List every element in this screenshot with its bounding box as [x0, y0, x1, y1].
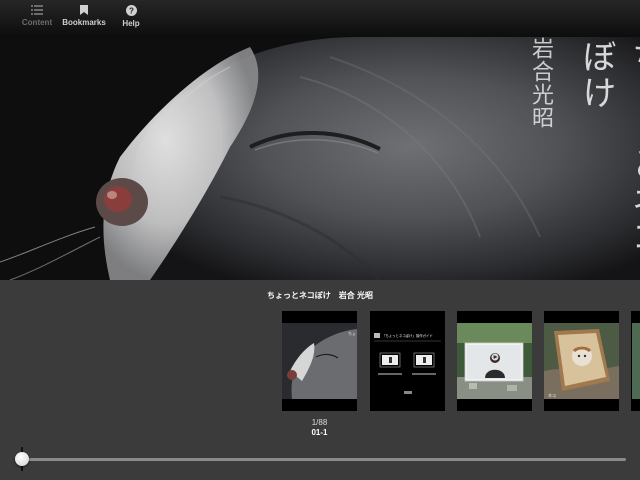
thumbnail-video-image: [457, 311, 532, 411]
thumbnail-video[interactable]: [457, 311, 532, 411]
hero-title-vertical: ちょっとネコぼけ: [576, 39, 640, 255]
hero-author-vertical: 岩合光昭: [528, 37, 553, 129]
svg-text:?: ?: [129, 6, 134, 15]
thumbnail-guide[interactable]: 『ちょっとネコぼけ』操作ガイド: [370, 311, 445, 411]
help-label: Help: [122, 19, 140, 28]
top-toolbar: Content Bookmarks ? Help: [0, 0, 640, 38]
bookmark-icon: [80, 5, 88, 15]
book-title: ちょっとネコぼけ 岩合 光昭: [266, 291, 374, 300]
thumbnail-partial-image: [631, 311, 640, 411]
thumbnail-cover[interactable]: ちょっと: [282, 311, 357, 411]
thumbnail-guide-image: 『ちょっとネコぼけ』操作ガイド: [370, 311, 445, 411]
page-navigator: ちょっとネコぼけ 岩合 光昭 ちょっと 『ちょっとネコぼけ』操作ガイド: [0, 280, 640, 480]
svg-text:ネコ: ネコ: [548, 392, 556, 398]
bookmarks-button[interactable]: Bookmarks: [62, 5, 106, 33]
page-counter: 1/88: [311, 418, 328, 427]
svg-text:ちょっと: ちょっと: [348, 330, 357, 336]
help-icon: ?: [125, 5, 137, 16]
thumbnail-partial[interactable]: [631, 311, 640, 411]
thumbnail-cover-image: ちょっと: [282, 311, 357, 411]
guide-heading: 『ちょっとネコぼけ』操作ガイド: [382, 333, 433, 338]
content-button[interactable]: Content: [20, 5, 54, 33]
page-slider-track[interactable]: [18, 458, 626, 461]
content-label: Content: [21, 18, 53, 27]
cover-image[interactable]: 岩合光昭 ちょっとネコぼけ: [0, 37, 640, 280]
list-icon: [31, 5, 43, 15]
bookmarks-label: Bookmarks: [62, 18, 106, 27]
thumbnail-cat-box-image: ネコ: [544, 311, 619, 411]
page-label: 01-1: [311, 428, 328, 437]
help-button[interactable]: ? Help: [120, 5, 142, 33]
thumbnail-cat-box[interactable]: ネコ: [544, 311, 619, 411]
page-slider-thumb[interactable]: [15, 452, 29, 466]
